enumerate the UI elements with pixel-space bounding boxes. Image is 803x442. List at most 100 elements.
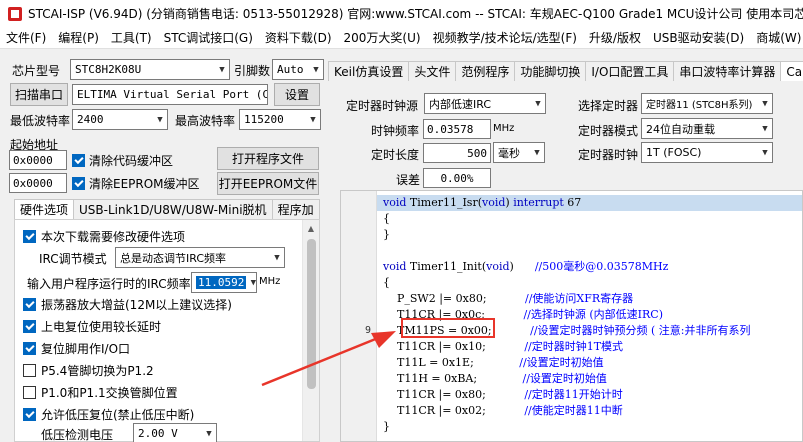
title-bar: STCAI-ISP (V6.94D) (分销商销售电话: 0513-550129… <box>0 0 803 27</box>
p10-p11-swap-checkbox[interactable] <box>23 386 36 399</box>
min-baud-select[interactable]: 2400 ▼ <box>72 109 168 130</box>
clear-eeprom-checkbox[interactable] <box>72 177 85 190</box>
timer-mode-select[interactable]: 24位自动重载 ▼ <box>641 118 773 139</box>
chevron-down-icon: ▼ <box>762 98 768 109</box>
modify-hw-checkbox[interactable] <box>23 230 36 243</box>
code-line: { <box>383 212 390 225</box>
open-program-file-button[interactable]: 打开程序文件 <box>217 147 319 170</box>
max-baud-label: 最高波特率 <box>175 114 236 128</box>
menu-prize[interactable]: 200万大奖(U) <box>338 29 427 46</box>
tab-program-encrypt[interactable]: 程序加 <box>271 199 320 219</box>
tab-examples[interactable]: 范例程序 <box>455 61 516 81</box>
modify-hw-label: 本次下载需要修改硬件选项 <box>41 230 186 244</box>
menu-usb-driver[interactable]: USB驱动安装(D) <box>647 29 750 46</box>
code-start-address-input[interactable]: 0x0000 <box>9 150 67 170</box>
osc-gain-option[interactable]: 振荡器放大增益(12M以上建议选择) <box>23 296 232 313</box>
menu-download[interactable]: 资料下载(D) <box>259 29 338 46</box>
chevron-down-icon: ▼ <box>310 114 316 125</box>
power-on-delay-checkbox[interactable] <box>23 320 36 333</box>
timer-clock-select[interactable]: 1T (FOSC) ▼ <box>641 142 773 163</box>
menu-store[interactable]: 商城(W) <box>750 29 803 46</box>
right-tab-strip: Keil仿真设置 头文件 范例程序 功能脚切换 I/O口配置工具 串口波特率计算… <box>328 61 803 81</box>
chevron-down-icon: ▼ <box>219 64 225 75</box>
clock-freq-input[interactable]: 0.03578 <box>423 119 491 139</box>
clock-freq-unit: MHz <box>493 123 515 134</box>
port-select[interactable]: ELTIMA Virtual Serial Port (COM▼ <box>72 84 268 105</box>
low-voltage-reset-option[interactable]: 允许低压复位(禁止低压中断) <box>23 406 194 423</box>
timer-clock-source-select[interactable]: 内部低速IRC ▼ <box>424 93 546 114</box>
left-tab-strip: 硬件选项 USB-Link1D/U8W/U8W-Mini脱机 程序加 <box>14 199 320 219</box>
chip-model-select[interactable]: STC8H2K08U ▼ <box>70 59 230 80</box>
error-label: 误差 <box>396 173 421 187</box>
chip-model-label: 芯片型号 <box>12 64 61 78</box>
clear-code-option[interactable]: 清除代码缓冲区 <box>72 152 173 169</box>
code-line: T11CR |= 0x02; //使能定时器11中断 <box>383 404 623 417</box>
irc-mode-select[interactable]: 总是动态调节IRC频率 ▼ <box>115 247 285 268</box>
power-on-delay-option[interactable]: 上电复位使用较长延时 <box>23 318 161 335</box>
tab-baud-calculator[interactable]: 串口波特率计算器 <box>673 61 782 81</box>
timer-length-label: 定时长度 <box>371 148 420 162</box>
tab-keil-settings[interactable]: Keil仿真设置 <box>328 61 410 81</box>
code-view[interactable]: void Timer11_Isr(void) interrupt 67 {} voi… <box>340 190 803 442</box>
p54-switch-checkbox[interactable] <box>23 364 36 377</box>
pin-count-label: 引脚数 <box>234 64 271 78</box>
open-eeprom-file-button[interactable]: 打开EEPROM文件 <box>217 172 319 195</box>
timer-length-unit-select[interactable]: 毫秒 ▼ <box>493 142 545 163</box>
hw-panel-scrollbar[interactable]: ▲ <box>302 220 319 441</box>
tab-pin-switch[interactable]: 功能脚切换 <box>514 61 587 81</box>
irc-freq-label: 输入用户程序运行时的IRC频率 <box>27 277 191 291</box>
tab-header-files[interactable]: 头文件 <box>408 61 457 81</box>
menu-tools[interactable]: 工具(T) <box>105 29 158 46</box>
osc-gain-checkbox[interactable] <box>23 298 36 311</box>
tab-hardware-options[interactable]: 硬件选项 <box>14 199 75 219</box>
menu-file[interactable]: 文件(F) <box>0 29 52 46</box>
scan-port-button[interactable]: 扫描串口 <box>10 83 68 106</box>
menu-program[interactable]: 编程(P) <box>52 29 105 46</box>
clock-freq-label: 时钟频率 <box>371 124 420 138</box>
tab-io-config[interactable]: I/O口配置工具 <box>585 61 675 81</box>
scroll-up-icon[interactable]: ▲ <box>303 220 319 237</box>
lvd-select[interactable]: 2.00 V ▼ <box>133 423 217 442</box>
tab-calculator[interactable]: Ca <box>780 61 803 81</box>
code-line: T11CR |= 0x80; //定时器11开始计时 <box>383 388 623 401</box>
clear-code-label: 清除代码缓冲区 <box>89 154 174 168</box>
tab-usb-link[interactable]: USB-Link1D/U8W/U8W-Mini脱机 <box>73 199 273 219</box>
timer-mode-label: 定时器模式 <box>578 124 639 138</box>
chevron-down-icon: ▼ <box>762 147 768 158</box>
scrollbar-thumb[interactable] <box>307 239 316 389</box>
clear-eeprom-option[interactable]: 清除EEPROM缓冲区 <box>72 175 200 192</box>
irc-freq-value: 11.0592 <box>196 276 247 289</box>
port-value: ELTIMA Virtual Serial Port (COM <box>77 88 268 101</box>
timer-length-unit-value: 毫秒 <box>498 146 520 160</box>
min-baud-label: 最低波特率 <box>10 114 71 128</box>
p54-switch-option[interactable]: P5.4管脚切换为P1.2 <box>23 362 154 379</box>
menu-debug[interactable]: STC调试接口(G) <box>158 29 259 46</box>
code-line: T11L = 0x1E; //设置定时初始值 <box>383 356 604 369</box>
pin-count-value: Auto <box>277 63 304 76</box>
select-timer-select[interactable]: 定时器11 (STC8H系列) ▼ <box>641 93 773 114</box>
code-line: P_SW2 |= 0x80; //使能访问XFR寄存器 <box>383 292 634 305</box>
modify-hw-option[interactable]: 本次下载需要修改硬件选项 <box>23 228 185 245</box>
p54-switch-label: P5.4管脚切换为P1.2 <box>41 364 154 378</box>
pin-count-select[interactable]: Auto ▼ <box>272 59 324 80</box>
max-baud-select[interactable]: 115200 ▼ <box>239 109 321 130</box>
p10-p11-swap-option[interactable]: P1.0和P1.1交换管脚位置 <box>23 384 178 401</box>
irc-freq-select[interactable]: 11.0592 ▼ <box>191 272 257 293</box>
timer-clock-value: 1T (FOSC) <box>646 146 702 159</box>
power-on-delay-label: 上电复位使用较长延时 <box>41 320 162 334</box>
menu-video[interactable]: 视频教学/技术论坛/选型(F) <box>427 29 583 46</box>
min-baud-value: 2400 <box>77 113 104 126</box>
timer-length-input[interactable]: 500 <box>423 143 491 163</box>
clear-code-checkbox[interactable] <box>72 154 85 167</box>
irc-mode-value: 总是动态调节IRC频率 <box>120 251 227 265</box>
irc-freq-unit: MHz <box>259 276 281 287</box>
annotation-box <box>401 318 495 338</box>
low-voltage-reset-checkbox[interactable] <box>23 408 36 421</box>
settings-button[interactable]: 设置 <box>274 83 320 106</box>
app-icon <box>8 6 22 21</box>
reset-pin-io-option[interactable]: 复位脚用作I/O口 <box>23 340 130 357</box>
menu-upgrade[interactable]: 升级/版权 <box>583 29 647 46</box>
reset-pin-io-checkbox[interactable] <box>23 342 36 355</box>
eeprom-start-address-input[interactable]: 0x0000 <box>9 173 67 193</box>
reset-pin-io-label: 复位脚用作I/O口 <box>41 342 131 356</box>
